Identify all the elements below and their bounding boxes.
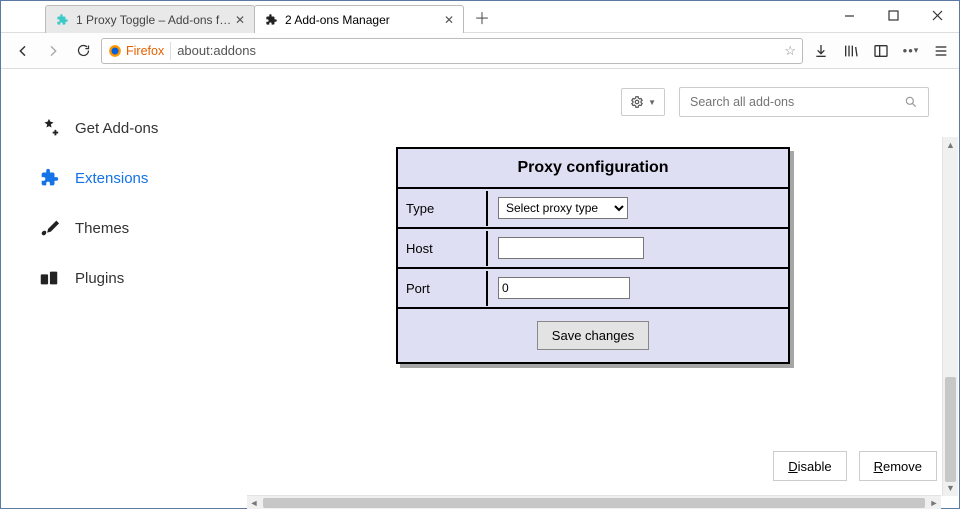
- puzzle-icon: [263, 12, 279, 28]
- new-tab-button[interactable]: ＋: [469, 4, 495, 30]
- tab-proxy-toggle[interactable]: 1 Proxy Toggle – Add-ons for Firefox ✕: [45, 5, 255, 33]
- host-label: Host: [398, 231, 488, 266]
- address-text: about:addons: [177, 43, 778, 58]
- host-input[interactable]: [498, 237, 644, 259]
- sidebar-icon[interactable]: [869, 39, 893, 63]
- menu-icon[interactable]: [929, 39, 953, 63]
- disable-button[interactable]: Disable: [773, 451, 846, 481]
- plugin-icon: [37, 266, 61, 290]
- maximize-button[interactable]: [871, 1, 915, 29]
- tab-strip: 1 Proxy Toggle – Add-ons for Firefox ✕ 2…: [1, 1, 495, 33]
- type-label: Type: [398, 191, 488, 226]
- titlebar: 1 Proxy Toggle – Add-ons for Firefox ✕ 2…: [1, 1, 959, 33]
- save-changes-button[interactable]: Save changes: [537, 321, 649, 350]
- sidebar-item-themes[interactable]: Themes: [37, 209, 237, 247]
- url-bar[interactable]: Firefox about:addons ☆: [101, 38, 803, 64]
- vertical-scrollbar[interactable]: ▲ ▼: [942, 137, 958, 496]
- library-icon[interactable]: [839, 39, 863, 63]
- gear-icon: [630, 95, 644, 109]
- port-label: Port: [398, 271, 488, 306]
- sidebar-item-extensions[interactable]: Extensions: [37, 159, 237, 197]
- sidebar-item-label: Get Add-ons: [75, 120, 158, 137]
- scroll-thumb[interactable]: [263, 498, 925, 508]
- close-icon[interactable]: ✕: [441, 13, 457, 27]
- overflow-icon[interactable]: •• ▾: [899, 39, 923, 63]
- content-area: Get Add-ons Extensions Themes Plugins ▼: [1, 69, 959, 509]
- panel-title: Proxy configuration: [398, 149, 788, 189]
- scroll-right-arrow[interactable]: ►: [927, 498, 941, 508]
- port-input[interactable]: [498, 277, 630, 299]
- sidebar-item-get-addons[interactable]: Get Add-ons: [37, 109, 237, 147]
- close-icon[interactable]: ✕: [232, 13, 248, 27]
- proxy-type-select[interactable]: Select proxy type: [498, 197, 628, 219]
- sidebar-item-label: Extensions: [75, 170, 148, 187]
- firefox-icon: [108, 44, 122, 58]
- puzzle-icon: [37, 166, 61, 190]
- tools-menu-button[interactable]: ▼: [621, 88, 665, 116]
- back-button[interactable]: [11, 39, 35, 63]
- tab-addons-manager[interactable]: 2 Add-ons Manager ✕: [254, 5, 464, 33]
- remove-button[interactable]: Remove: [859, 451, 937, 481]
- close-window-button[interactable]: [915, 1, 959, 29]
- sparkle-plus-icon: [37, 116, 61, 140]
- chevron-down-icon: ▼: [648, 98, 656, 107]
- tab-label: 2 Add-ons Manager: [285, 13, 441, 27]
- scroll-thumb[interactable]: [945, 377, 956, 482]
- scroll-up-arrow[interactable]: ▲: [943, 137, 958, 153]
- reload-button[interactable]: [71, 39, 95, 63]
- addons-search[interactable]: [679, 87, 929, 117]
- main-pane: ▼ Proxy configuration Type Select proxy …: [247, 69, 959, 509]
- sidebar-item-plugins[interactable]: Plugins: [37, 259, 237, 297]
- addons-sidebar: Get Add-ons Extensions Themes Plugins: [1, 69, 247, 509]
- scroll-down-arrow[interactable]: ▼: [943, 480, 958, 496]
- sidebar-item-label: Plugins: [75, 270, 124, 287]
- scroll-left-arrow[interactable]: ◄: [247, 498, 261, 508]
- downloads-icon[interactable]: [809, 39, 833, 63]
- nav-toolbar: Firefox about:addons ☆ •• ▾: [1, 33, 959, 69]
- bookmark-star-icon[interactable]: ☆: [784, 43, 796, 59]
- search-icon: [904, 95, 918, 109]
- brush-icon: [37, 216, 61, 240]
- tab-label: 1 Proxy Toggle – Add-ons for Firefox: [76, 13, 232, 27]
- window-controls: [827, 1, 959, 29]
- addon-actions: Disable Remove: [773, 451, 937, 481]
- puzzle-icon: [54, 12, 70, 28]
- sidebar-item-label: Themes: [75, 220, 129, 237]
- search-input[interactable]: [690, 95, 890, 109]
- minimize-button[interactable]: [827, 1, 871, 29]
- identity-box[interactable]: Firefox: [108, 44, 164, 58]
- forward-button[interactable]: [41, 39, 65, 63]
- proxy-config-panel: Proxy configuration Type Select proxy ty…: [396, 147, 790, 364]
- horizontal-scrollbar[interactable]: ◄ ►: [247, 495, 941, 509]
